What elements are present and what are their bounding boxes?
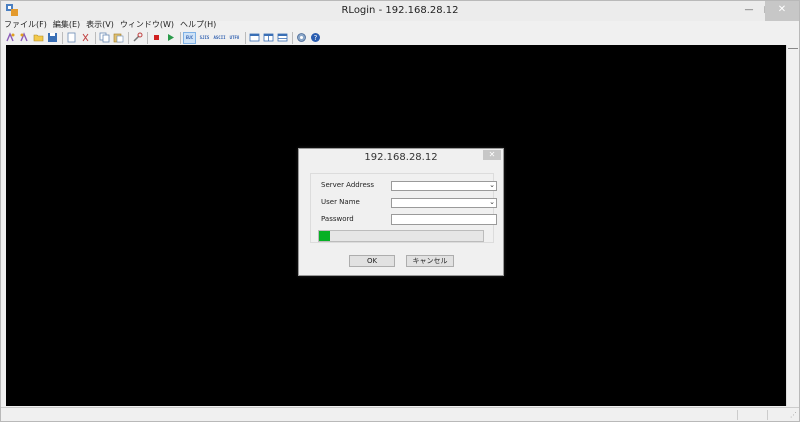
progress-fill: [319, 231, 330, 241]
rlogin-window: RLogin - 192.168.28.12 — □ ✕ ファイル(F) 編集(…: [0, 0, 800, 422]
play-icon[interactable]: [164, 32, 176, 44]
dialog-close-button[interactable]: ✕: [483, 150, 501, 160]
password-field[interactable]: [391, 214, 497, 225]
save-icon[interactable]: [46, 32, 58, 44]
open-folder-icon[interactable]: [32, 32, 44, 44]
cancel-button[interactable]: キャンセル: [406, 255, 454, 267]
window-layout-2-icon[interactable]: [262, 32, 274, 44]
encoding-utf8-button[interactable]: UTF8: [228, 32, 241, 44]
window-layout-1-icon[interactable]: [248, 32, 260, 44]
document-icon[interactable]: [65, 32, 77, 44]
menu-edit[interactable]: 編集(E): [53, 19, 80, 30]
toolbar-separator: [180, 31, 181, 44]
toolbar-separator: [147, 31, 148, 44]
quick-connect-icon[interactable]: [18, 32, 30, 44]
menu-file[interactable]: ファイル(F): [4, 19, 47, 30]
help-icon[interactable]: ?: [309, 32, 321, 44]
connection-progress-bar: [318, 230, 484, 242]
encoding-euc-button[interactable]: EUC: [183, 31, 196, 44]
vertical-scrollbar[interactable]: [786, 45, 798, 406]
toolbar-separator: [245, 31, 246, 44]
encoding-ascii-button[interactable]: ASCII: [213, 32, 226, 44]
toolbar-separator: [128, 31, 129, 44]
toolbar-separator: [95, 31, 96, 44]
toolbar-separator: [62, 31, 63, 44]
status-separator: [767, 410, 768, 420]
scrollbar-thumb[interactable]: [788, 45, 798, 49]
settings-icon[interactable]: [295, 32, 307, 44]
server-address-label: Server Address: [321, 181, 375, 189]
connection-dialog: 192.168.28.12 ✕ Server Address ⌄ User Na…: [298, 148, 504, 276]
cut-icon[interactable]: [79, 32, 91, 44]
menu-bar: ファイル(F) 編集(E) 表示(V) ウィンドウ(W) ヘルプ(H): [1, 18, 799, 30]
window-title: RLogin - 192.168.28.12: [341, 5, 459, 16]
svg-text:?: ?: [313, 34, 317, 42]
encoding-sjis-button[interactable]: SJIS: [198, 32, 211, 44]
menu-window[interactable]: ウィンドウ(W): [120, 19, 174, 30]
toolbar-separator: [292, 31, 293, 44]
server-address-combobox[interactable]: ⌄: [391, 181, 497, 191]
status-bar: ⋰: [1, 407, 799, 421]
dialog-title-bar[interactable]: 192.168.28.12 ✕: [299, 149, 503, 165]
copy-icon[interactable]: [98, 32, 110, 44]
new-connection-icon[interactable]: [4, 32, 16, 44]
paste-icon[interactable]: [112, 32, 124, 44]
chevron-down-icon[interactable]: ⌄: [489, 198, 495, 206]
status-separator: [737, 410, 738, 420]
password-label: Password: [321, 215, 354, 223]
stop-icon[interactable]: [150, 32, 162, 44]
user-name-label: User Name: [321, 198, 360, 206]
menu-help[interactable]: ヘルプ(H): [180, 19, 216, 30]
toolbar: EUC SJIS ASCII UTF8 ?: [1, 30, 799, 45]
window-layout-3-icon[interactable]: [276, 32, 288, 44]
user-name-combobox[interactable]: ⌄: [391, 198, 497, 208]
chevron-down-icon[interactable]: ⌄: [489, 181, 495, 189]
dialog-title: 192.168.28.12: [364, 152, 438, 163]
tools-icon[interactable]: [131, 32, 143, 44]
resize-grip-icon[interactable]: ⋰: [790, 411, 797, 419]
ok-button[interactable]: OK: [349, 255, 395, 267]
menu-view[interactable]: 表示(V): [86, 19, 114, 30]
